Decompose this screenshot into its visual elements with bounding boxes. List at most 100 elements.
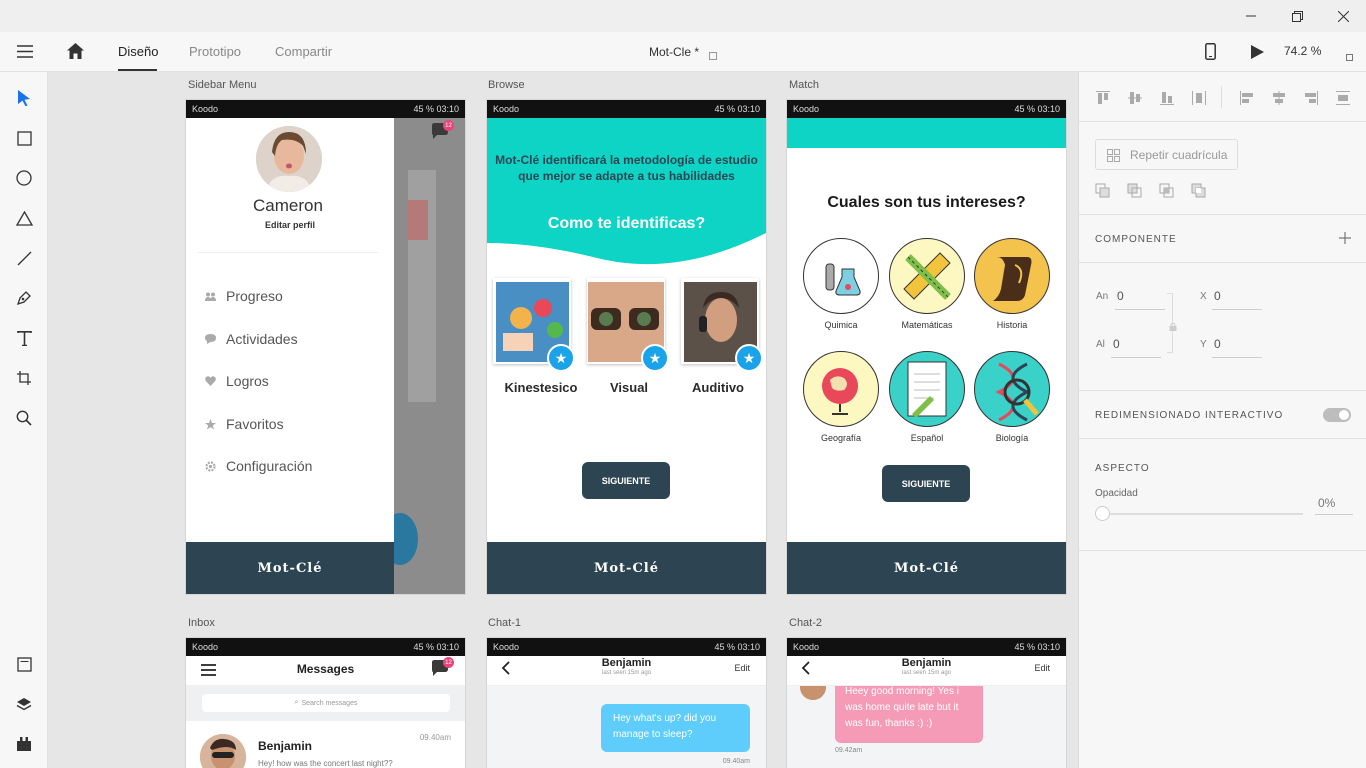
- artboard-label-sidebar[interactable]: Sidebar Menu: [188, 79, 257, 91]
- appearance-title: ASPECTO: [1095, 463, 1150, 474]
- width-field[interactable]: 0: [1117, 289, 1124, 303]
- footer-brand: Mot-Clé: [787, 542, 1066, 594]
- responsive-section: REDIMENSIONADO INTERACTIVO: [1079, 391, 1366, 439]
- artboard-inbox[interactable]: Koodo 45 % 03:10 Messages 12 ⌕ Search mess…: [186, 638, 465, 768]
- artboard-chat-2[interactable]: Koodo 45 % 03:10 Heey good morning! Yes i…: [787, 638, 1066, 768]
- edit-button[interactable]: Edit: [1034, 663, 1050, 673]
- distribute-horizontal-icon[interactable]: [1335, 90, 1351, 106]
- component-title: COMPONENTE: [1095, 234, 1177, 245]
- sidebar-item-progreso[interactable]: Progreso: [204, 288, 283, 304]
- align-center-icon[interactable]: [1271, 90, 1287, 106]
- artboard-match[interactable]: Koodo 45 % 03:10 Cuales son tus intereses…: [787, 100, 1066, 594]
- boolean-subtract-icon[interactable]: [1127, 183, 1143, 199]
- document-title[interactable]: Mot-Cle *: [649, 45, 699, 59]
- artboard-chat-1[interactable]: Koodo 45 % 03:10 Benjamin last seen 15m a…: [487, 638, 766, 768]
- interest-matematicas[interactable]: [889, 238, 965, 314]
- zoom-dropdown-icon[interactable]: [1346, 48, 1353, 66]
- app-bar: Diseño Prototipo Compartir Mot-Cle * 74.…: [0, 32, 1366, 72]
- label-espanol: Español: [910, 433, 944, 443]
- search-icon: ⌕: [294, 699, 299, 706]
- add-component-icon[interactable]: [1339, 231, 1351, 249]
- siguiente-button[interactable]: SIGUIENTE: [582, 462, 670, 499]
- x-field[interactable]: 0: [1214, 289, 1221, 303]
- card-auditivo[interactable]: ★: [681, 278, 763, 372]
- artboard-label-match[interactable]: Match: [789, 79, 819, 91]
- text-tool-icon[interactable]: [12, 326, 36, 350]
- notification-badge: 12: [443, 657, 454, 668]
- align-middle-icon[interactable]: [1127, 90, 1143, 106]
- sidebar-item-favoritos[interactable]: Favoritos: [204, 416, 284, 432]
- align-top-icon[interactable]: [1095, 90, 1111, 106]
- plugins-panel-icon[interactable]: [12, 732, 36, 756]
- conversation-preview: Hey! how was the concert last night??: [258, 759, 393, 768]
- hamburger-menu-icon[interactable]: [17, 45, 33, 63]
- conversation-name[interactable]: Benjamin: [258, 739, 312, 753]
- repeat-grid-button[interactable]: Repetir cuadrícula: [1095, 139, 1239, 170]
- play-preview-icon[interactable]: [1251, 45, 1264, 64]
- chat-contact-name: Benjamin: [901, 657, 952, 669]
- opacity-slider-handle[interactable]: [1095, 506, 1110, 521]
- boolean-intersect-icon[interactable]: [1159, 183, 1175, 199]
- zoom-level[interactable]: 74.2 %: [1284, 44, 1321, 58]
- tab-compartir[interactable]: Compartir: [275, 44, 332, 59]
- minimize-icon[interactable]: [1228, 0, 1274, 32]
- select-tool-icon[interactable]: [12, 86, 36, 110]
- polygon-tool-icon[interactable]: [12, 206, 36, 230]
- artboard-label-chat1[interactable]: Chat-1: [488, 617, 521, 629]
- artboard-browse[interactable]: Koodo 45 % 03:10 Mot-Clé identificará la …: [487, 100, 766, 594]
- restore-icon[interactable]: [1274, 0, 1320, 32]
- layers-panel-icon[interactable]: [12, 692, 36, 716]
- card-kinestesico[interactable]: ★: [493, 278, 575, 372]
- chat-bubble-icon: 12: [430, 120, 454, 142]
- ellipse-tool-icon[interactable]: [12, 166, 36, 190]
- artboard-label-browse[interactable]: Browse: [488, 79, 525, 91]
- align-bottom-icon[interactable]: [1159, 90, 1175, 106]
- card-visual[interactable]: ★: [587, 278, 669, 372]
- y-field[interactable]: 0: [1214, 337, 1221, 351]
- component-section: COMPONENTE: [1079, 215, 1366, 263]
- tab-prototipo[interactable]: Prototipo: [189, 44, 241, 59]
- artboard-tool-icon[interactable]: [12, 366, 36, 390]
- edit-profile-link[interactable]: Editar perfil: [186, 220, 394, 230]
- artboard-label-inbox[interactable]: Inbox: [188, 617, 215, 629]
- artboard-label-chat2[interactable]: Chat-2: [789, 617, 822, 629]
- teal-header: [787, 118, 1066, 148]
- device-preview-icon[interactable]: [1205, 43, 1216, 65]
- rectangle-tool-icon[interactable]: [12, 126, 36, 150]
- opacity-value[interactable]: 0%: [1318, 496, 1335, 510]
- boolean-add-icon[interactable]: [1095, 183, 1111, 199]
- line-tool-icon[interactable]: [12, 246, 36, 270]
- opacity-slider-track[interactable]: [1107, 513, 1303, 515]
- align-left-icon[interactable]: [1239, 90, 1255, 106]
- search-input[interactable]: ⌕ Search messages: [202, 694, 450, 712]
- interest-geografia[interactable]: [803, 351, 879, 427]
- boolean-exclude-icon[interactable]: [1191, 183, 1207, 199]
- document-dropdown-icon[interactable]: [709, 47, 717, 65]
- width-label: An: [1096, 291, 1109, 302]
- siguiente-button[interactable]: SIGUIENTE: [882, 465, 970, 502]
- distribute-vertical-icon[interactable]: [1191, 90, 1207, 106]
- chat-bubble-icon[interactable]: 12: [430, 657, 454, 679]
- home-icon[interactable]: [67, 43, 84, 64]
- label-kinestesico: Kinestesico: [504, 380, 578, 395]
- assets-panel-icon[interactable]: [12, 652, 36, 676]
- sidebar-item-actividades[interactable]: Actividades: [204, 331, 298, 347]
- interest-historia[interactable]: [974, 238, 1050, 314]
- edit-button[interactable]: Edit: [734, 663, 750, 673]
- artboard-sidebar-menu[interactable]: Koodo 45 % 03:10 12 Cameron Editar perfil…: [186, 100, 465, 594]
- close-icon[interactable]: [1320, 0, 1366, 32]
- responsive-toggle[interactable]: [1323, 408, 1351, 422]
- height-field[interactable]: 0: [1113, 337, 1120, 351]
- gear-icon: [204, 460, 216, 472]
- lock-aspect-icon[interactable]: [1169, 318, 1177, 336]
- interest-biologia[interactable]: [974, 351, 1050, 427]
- zoom-tool-icon[interactable]: [12, 406, 36, 430]
- pen-tool-icon[interactable]: [12, 286, 36, 310]
- align-right-icon[interactable]: [1303, 90, 1319, 106]
- sidebar-item-configuracion[interactable]: Configuración: [204, 458, 312, 474]
- sidebar-item-logros[interactable]: Logros: [204, 373, 269, 389]
- interest-espanol[interactable]: [889, 351, 965, 427]
- tab-diseno[interactable]: Diseño: [118, 44, 158, 59]
- design-canvas[interactable]: Sidebar Menu Koodo 45 % 03:10 12 Cameron …: [48, 72, 1078, 768]
- interest-quimica[interactable]: [803, 238, 879, 314]
